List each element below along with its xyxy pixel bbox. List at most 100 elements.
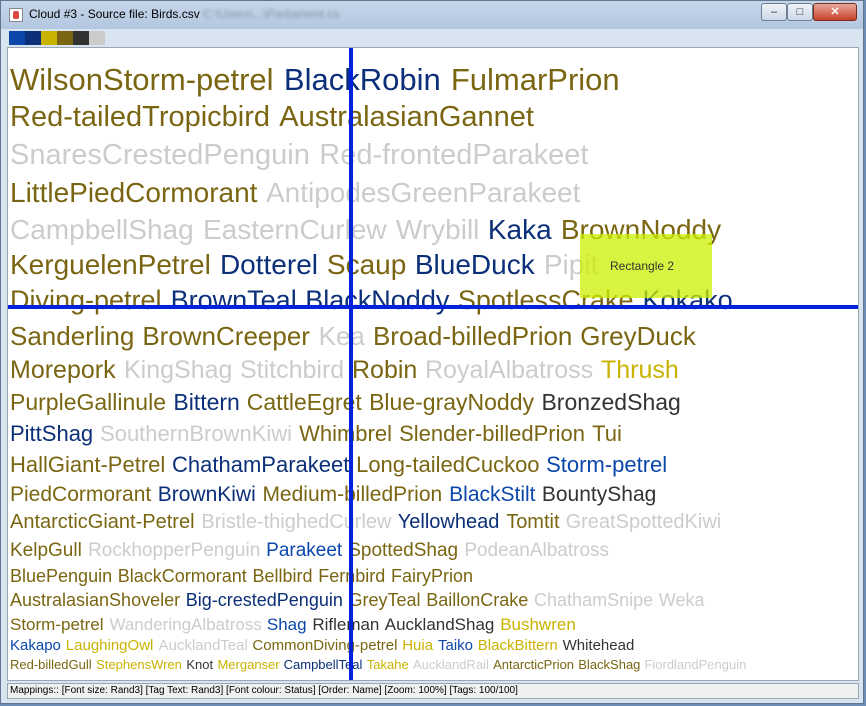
tag-word[interactable]: Storm-petrel <box>546 453 667 476</box>
tag-word[interactable]: RockhopperPenguin <box>88 541 260 560</box>
tag-word[interactable]: Huia <box>402 638 433 653</box>
tag-word[interactable]: Morepork <box>10 357 116 383</box>
tag-word[interactable]: BluePenguin <box>10 567 112 585</box>
tag-word[interactable]: CattleEgret <box>247 391 362 414</box>
tag-word[interactable]: Knot <box>186 658 213 671</box>
tag-word[interactable]: Parakeet <box>266 541 342 560</box>
tag-word[interactable]: AntarcticGiant-Petrel <box>10 512 195 532</box>
tag-word[interactable]: Merganser <box>217 658 279 671</box>
tag-word[interactable]: Stitchbird <box>240 357 344 383</box>
tag-word[interactable]: KerguelenPetrel <box>10 251 211 279</box>
minimize-button[interactable]: – <box>761 3 787 21</box>
tag-word[interactable]: BlueDuck <box>415 251 535 279</box>
tag-word[interactable]: BrownCreeper <box>142 323 310 349</box>
tag-word[interactable]: GreyDuck <box>580 323 696 349</box>
tag-word[interactable]: Scaup <box>327 251 406 279</box>
tag-word[interactable]: Bittern <box>173 391 239 414</box>
tag-word[interactable]: PittShag <box>10 422 93 445</box>
tag-word[interactable]: Red-frontedParakeet <box>319 141 588 170</box>
maximize-button[interactable]: □ <box>787 3 813 21</box>
horizontal-guide-line[interactable] <box>8 305 858 309</box>
tag-word[interactable]: Wrybill <box>396 216 479 244</box>
tag-word[interactable]: LittlePiedCormorant <box>10 179 257 207</box>
tag-word[interactable]: Takahe <box>367 658 409 671</box>
tag-word[interactable]: SnaresCrestedPenguin <box>10 141 310 170</box>
title-bar[interactable]: Cloud #3 - Source file: Birds.csv C:\Use… <box>1 1 863 29</box>
tag-word[interactable]: LaughingOwl <box>66 638 154 653</box>
tag-word[interactable]: AustralasianGannet <box>279 103 534 132</box>
tag-word[interactable]: Kea <box>319 323 365 349</box>
tag-word[interactable]: Red-billedGull <box>10 658 92 671</box>
tag-word[interactable]: ChathamParakeet <box>172 453 349 476</box>
tag-word[interactable]: FulmarPrion <box>451 64 620 95</box>
tag-word[interactable]: Whimbrel <box>299 422 392 445</box>
tag-word[interactable]: Kakapo <box>10 638 61 653</box>
tag-word[interactable]: RoyalAlbatross <box>425 357 593 383</box>
tag-word[interactable]: KelpGull <box>10 541 82 560</box>
tag-word[interactable]: BountyShag <box>542 484 656 505</box>
tag-word[interactable]: BlackBittern <box>478 638 558 653</box>
tag-word[interactable]: GreatSpottedKiwi <box>566 512 722 532</box>
tag-word[interactable]: BronzedShag <box>541 391 680 414</box>
tag-word[interactable]: BlackStilt <box>449 484 535 505</box>
tag-word[interactable]: Broad-billedPrion <box>373 323 572 349</box>
tag-word[interactable]: Big-crestedPenguin <box>186 591 343 609</box>
tag-word[interactable]: BrownKiwi <box>158 484 256 505</box>
palette-swatch[interactable] <box>57 31 73 45</box>
tag-word[interactable]: ChathamSnipe <box>534 591 653 609</box>
tag-word[interactable]: WanderingAlbatross <box>109 616 261 633</box>
tag-word[interactable]: WilsonStorm-petrel <box>10 64 274 95</box>
tag-word[interactable]: AntipodesGreenParakeet <box>266 179 580 207</box>
tag-word[interactable]: BlackCormorant <box>118 567 247 585</box>
tag-word[interactable]: Slender-billedPrion <box>399 422 585 445</box>
tag-word[interactable]: Dotterel <box>220 251 318 279</box>
tag-word[interactable]: Weka <box>659 591 705 609</box>
tag-word[interactable]: FairyPrion <box>391 567 473 585</box>
tag-word[interactable]: PurpleGallinule <box>10 391 166 414</box>
tag-word[interactable]: KingShag <box>124 357 232 383</box>
tag-word[interactable]: AucklandRail <box>413 658 489 671</box>
tag-cloud-canvas[interactable]: WilsonStorm-petrel BlackRobin FulmarPrion R… <box>7 47 859 681</box>
tag-word[interactable]: CommonDiving-petrel <box>252 638 397 653</box>
tag-word[interactable]: Shag <box>267 616 307 633</box>
tag-word[interactable]: Bellbird <box>253 567 313 585</box>
tag-word[interactable]: BrownTeal <box>171 286 297 314</box>
palette-swatch[interactable] <box>9 31 25 45</box>
tag-word[interactable]: Diving-petrel <box>10 286 162 314</box>
palette-swatch[interactable] <box>25 31 41 45</box>
palette-swatch[interactable] <box>41 31 57 45</box>
vertical-guide-line[interactable] <box>349 48 353 680</box>
tag-word[interactable]: Blue-grayNoddy <box>369 391 534 414</box>
tag-word[interactable]: Whitehead <box>563 638 635 653</box>
tag-word[interactable]: Sanderling <box>10 323 134 349</box>
tag-word[interactable]: PiedCormorant <box>10 484 151 505</box>
rectangle-2-overlay[interactable]: Rectangle 2 <box>580 234 712 298</box>
tag-word[interactable]: Red-tailedTropicbird <box>10 103 270 132</box>
tag-word[interactable]: Taiko <box>438 638 473 653</box>
tag-word[interactable]: Thrush <box>601 357 679 383</box>
tag-word[interactable]: AustralasianShoveler <box>10 591 180 609</box>
tag-word[interactable]: AucklandShag <box>385 616 495 633</box>
palette-swatch[interactable] <box>89 31 105 45</box>
tag-word[interactable]: FiordlandPenguin <box>644 658 746 671</box>
close-button[interactable]: ✕ <box>813 3 857 21</box>
tag-word[interactable]: AucklandTeal <box>159 638 248 653</box>
tag-word[interactable]: SpottedShag <box>348 541 458 560</box>
palette-swatch[interactable] <box>73 31 89 45</box>
tag-word[interactable]: BlackNoddy <box>305 286 449 314</box>
tag-word[interactable]: Tomtit <box>506 512 559 532</box>
tag-word[interactable]: Kaka <box>488 216 552 244</box>
tag-word[interactable]: Storm-petrel <box>10 616 104 633</box>
tag-word[interactable]: Bristle-thighedCurlew <box>201 512 391 532</box>
tag-word[interactable]: BlackRobin <box>284 64 441 95</box>
tag-word[interactable]: Robin <box>352 357 417 383</box>
tag-word[interactable]: Rifleman <box>312 616 379 633</box>
tag-word[interactable]: SouthernBrownKiwi <box>100 422 292 445</box>
tag-word[interactable]: Tui <box>592 422 622 445</box>
tag-word[interactable]: StephensWren <box>96 658 182 671</box>
tag-word[interactable]: Long-tailedCuckoo <box>356 453 539 476</box>
tag-word[interactable]: Yellowhead <box>398 512 500 532</box>
tag-word[interactable]: PodeanAlbatross <box>464 541 609 560</box>
tag-word[interactable]: GreyTeal <box>349 591 421 609</box>
tag-word[interactable]: Bushwren <box>500 616 576 633</box>
